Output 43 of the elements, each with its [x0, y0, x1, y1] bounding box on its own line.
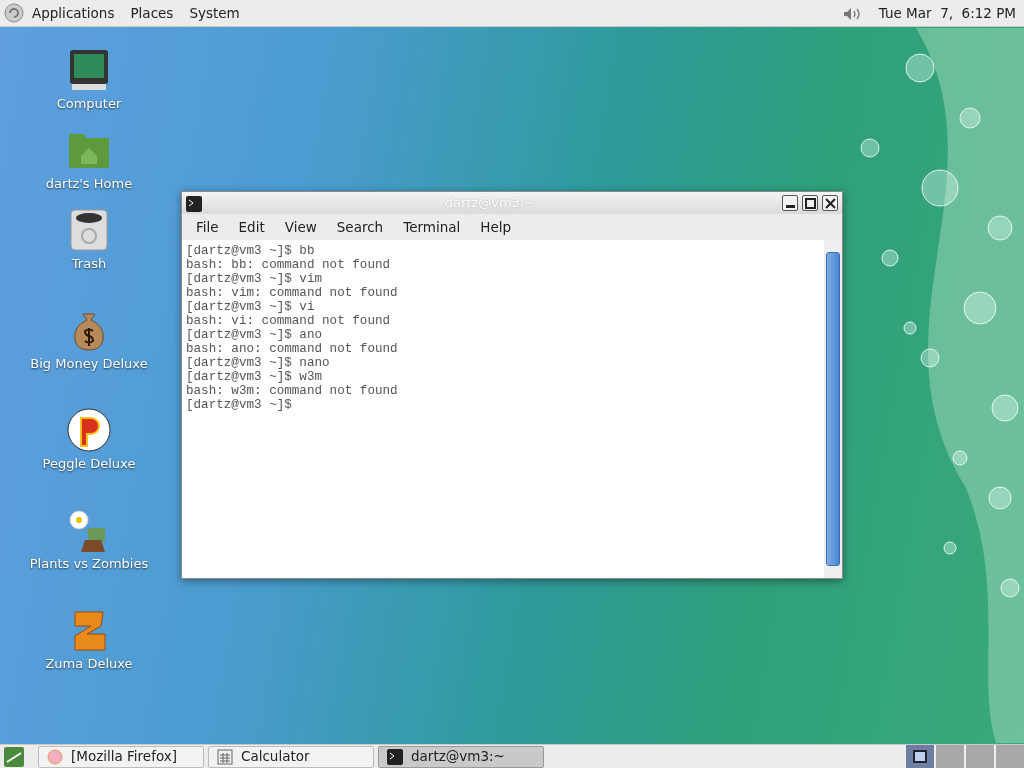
scrollbar[interactable] — [824, 240, 842, 578]
terminal-line: bash: vi: command not found — [186, 314, 392, 328]
menu-item[interactable]: View — [274, 216, 327, 238]
maximize-button[interactable] — [802, 195, 818, 211]
terminal-line: bash: vim: command not found — [186, 286, 399, 300]
distro-logo-icon[interactable] — [4, 3, 24, 24]
taskbar-button[interactable]: dartz@vm3:~ — [378, 745, 544, 768]
terminal-line: [dartz@vm3 ~]$ ano — [186, 328, 324, 342]
panel-menu[interactable]: Applications — [24, 2, 123, 24]
maximize-icon — [803, 196, 817, 211]
menu-item[interactable]: Search — [326, 216, 394, 238]
panel-menu[interactable]: Places — [122, 2, 182, 24]
terminal-icon — [387, 748, 403, 765]
terminal-line: [dartz@vm3 ~]$ — [186, 398, 293, 412]
close-icon — [823, 196, 837, 211]
menu-item[interactable]: File — [186, 216, 229, 238]
taskbar-button[interactable]: [Mozilla Firefox] — [38, 745, 204, 768]
ball-icon[interactable] — [67, 408, 111, 452]
terminal-line: bash: bb: command not found — [186, 258, 392, 272]
terminal-line: [dartz@vm3 ~]$ nano — [186, 356, 331, 370]
menu-item[interactable]: Help — [470, 216, 522, 238]
terminal-line: [dartz@vm3 ~]$ w3m — [186, 370, 324, 384]
show-desktop-icon[interactable] — [4, 746, 24, 767]
minimize-button[interactable] — [782, 195, 798, 211]
terminal-line: bash: ano: command not found — [186, 342, 399, 356]
volume-icon[interactable] — [842, 6, 863, 21]
terminal-line: [dartz@vm3 ~]$ bb — [186, 244, 316, 258]
browser-icon — [47, 748, 63, 765]
terminal-line: [dartz@vm3 ~]$ vi — [186, 300, 316, 314]
menu-item[interactable]: Edit — [228, 216, 275, 238]
clock[interactable]: Tue Mar 7, 6:12 PM — [870, 2, 1020, 24]
computer-icon[interactable] — [67, 48, 111, 92]
minimize-icon — [786, 205, 795, 208]
terminal-icon — [186, 195, 202, 212]
calculator-icon — [217, 748, 233, 765]
terminal-line: [dartz@vm3 ~]$ vim — [186, 272, 324, 286]
workspace-button[interactable] — [904, 745, 934, 768]
taskbar-button[interactable]: Calculator — [208, 745, 374, 768]
terminal-line: bash: w3m: command not found — [186, 384, 399, 398]
menu-item[interactable]: Terminal — [393, 216, 471, 238]
trash-icon[interactable] — [67, 208, 111, 252]
close-button[interactable] — [822, 195, 838, 211]
panel-menu[interactable]: System — [181, 2, 248, 24]
